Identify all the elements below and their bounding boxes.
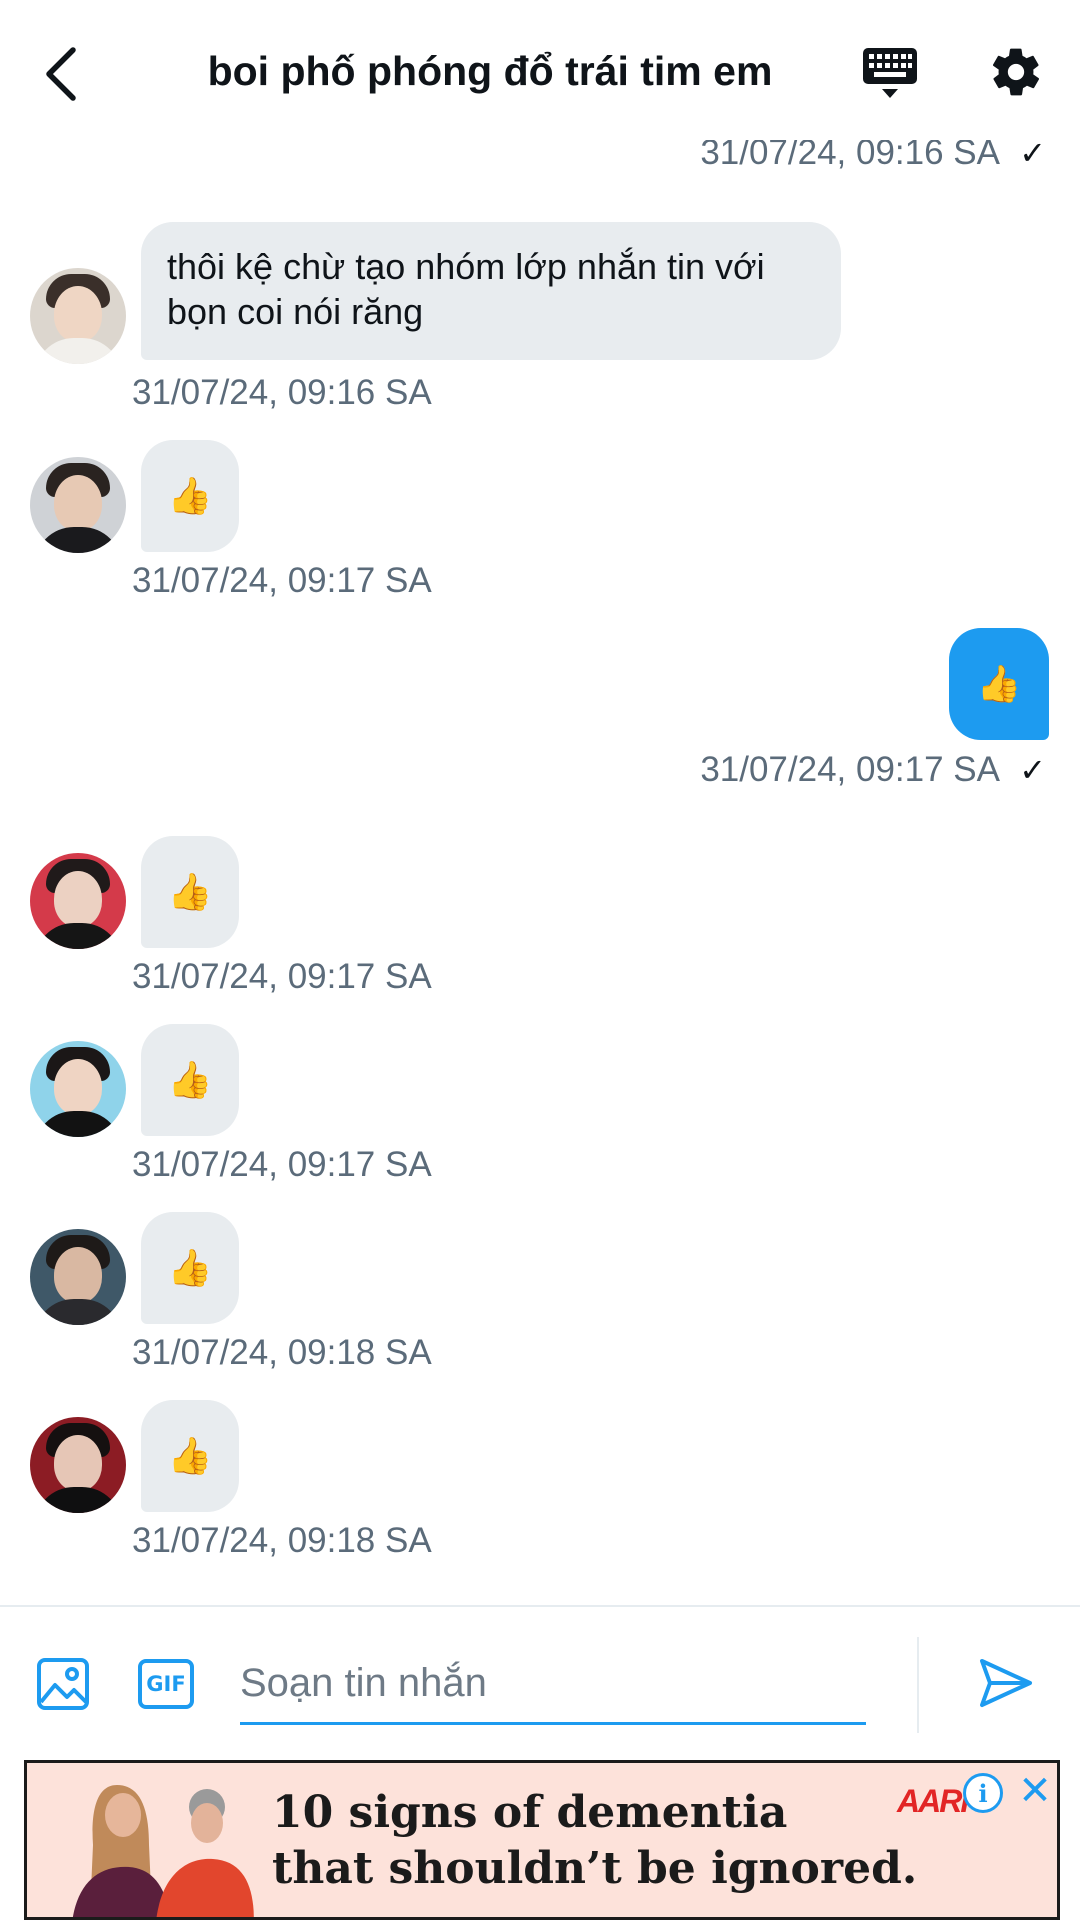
- message-timestamp: 31/07/24, 09:16 SA: [132, 373, 432, 412]
- settings-button[interactable]: [988, 44, 1048, 104]
- message-timestamp: 31/07/24, 09:17 SA: [700, 750, 1000, 789]
- thumbs-up-emoji: 👍: [167, 1435, 213, 1476]
- message-input[interactable]: [240, 1645, 866, 1725]
- message-bubble[interactable]: 👍: [141, 1212, 239, 1324]
- chevron-left-icon: [46, 47, 76, 101]
- gear-icon: [992, 48, 1040, 96]
- ad-info-icon[interactable]: i: [963, 1773, 1003, 1813]
- message-timestamp: 31/07/24, 09:18 SA: [132, 1333, 432, 1372]
- avatar[interactable]: [30, 268, 126, 364]
- check-icon: ✓: [1019, 752, 1046, 788]
- ad-illustration: [73, 1785, 254, 1917]
- send-button[interactable]: [978, 1655, 1038, 1715]
- message-text: thôi kệ chừ tạo nhóm lớp nhắn tin với bọ…: [167, 246, 765, 332]
- message-timestamp: 31/07/24, 09:16 SA: [700, 140, 1000, 172]
- message-bubble[interactable]: 👍: [141, 440, 239, 552]
- avatar[interactable]: [30, 457, 126, 553]
- gif-icon: GIF: [146, 1672, 186, 1696]
- gif-button[interactable]: GIF: [138, 1659, 194, 1709]
- message-list[interactable]: 31/07/24, 09:16 SA ✓ thôi kệ chừ tạo nhó…: [0, 140, 1080, 1605]
- message-bubble[interactable]: 👍: [141, 1400, 239, 1512]
- avatar[interactable]: [30, 853, 126, 949]
- message-bubble[interactable]: 👍: [141, 836, 239, 948]
- message-timestamp: 31/07/24, 09:18 SA: [132, 1521, 432, 1560]
- message-composer: GIF: [0, 1605, 1080, 1755]
- ad-banner[interactable]: 10 signs of dementia that shouldn’t be i…: [24, 1760, 1060, 1920]
- check-icon: ✓: [1019, 140, 1046, 171]
- message-bubble[interactable]: thôi kệ chừ tạo nhóm lớp nhắn tin với bọ…: [141, 222, 841, 360]
- add-image-button[interactable]: [36, 1657, 90, 1711]
- ad-headline: 10 signs of dementia that shouldn’t be i…: [272, 1785, 917, 1897]
- back-button[interactable]: [34, 44, 86, 104]
- message-bubble[interactable]: 👍: [141, 1024, 239, 1136]
- avatar[interactable]: [30, 1041, 126, 1137]
- message-timestamp: 31/07/24, 09:17 SA: [132, 957, 432, 996]
- divider: [917, 1637, 919, 1733]
- thumbs-up-emoji: 👍: [167, 1059, 213, 1100]
- thumbs-up-emoji: 👍: [167, 871, 213, 912]
- keyboard-button[interactable]: [862, 44, 922, 104]
- keyboard-icon: [863, 48, 917, 98]
- ad-line: 10 signs of dementia: [272, 1787, 788, 1838]
- thumbs-up-emoji: 👍: [976, 663, 1022, 704]
- thumbs-up-emoji: 👍: [167, 475, 213, 516]
- message-timestamp: 31/07/24, 09:17 SA: [132, 561, 432, 600]
- image-icon: [37, 1658, 89, 1710]
- ad-line: that shouldn’t be ignored.: [272, 1843, 918, 1894]
- thumbs-up-emoji: 👍: [167, 1247, 213, 1288]
- ad-close-icon[interactable]: ✕: [1015, 1768, 1055, 1814]
- avatar[interactable]: [30, 1417, 126, 1513]
- send-icon: [980, 1659, 1032, 1707]
- message-bubble-outgoing[interactable]: 👍: [949, 628, 1049, 740]
- avatar[interactable]: [30, 1229, 126, 1325]
- conversation-title: boi phố phóng đổ trái tim em: [207, 48, 773, 94]
- conversation-header: boi phố phóng đổ trái tim em: [0, 0, 1080, 140]
- message-timestamp: 31/07/24, 09:17 SA: [132, 1145, 432, 1184]
